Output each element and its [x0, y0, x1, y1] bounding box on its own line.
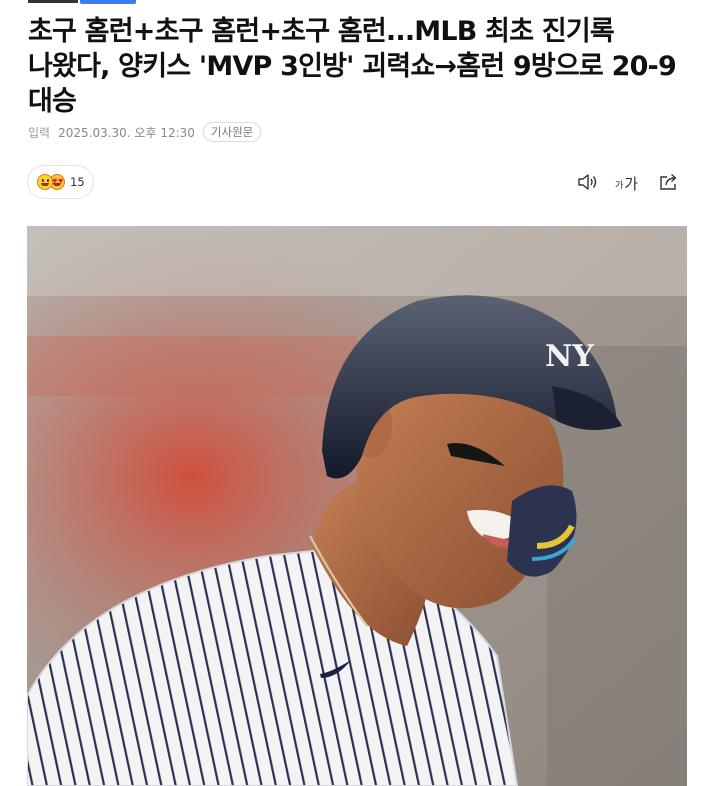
font-size-big-label: 가	[624, 175, 639, 193]
helmet-logo: NY	[545, 339, 594, 374]
share-icon	[660, 173, 677, 190]
share-button[interactable]	[658, 172, 680, 194]
reaction-count: 15	[70, 175, 85, 189]
nav-active-indicator	[80, 0, 136, 4]
input-label: 입력	[28, 125, 51, 140]
article-meta: 입력 2025.03.30. 오후 12:30 기사원문	[28, 122, 262, 142]
original-article-button[interactable]: 기사원문	[202, 122, 262, 142]
text-to-speech-button[interactable]	[577, 172, 599, 194]
article-title: 초구 홈런+초구 홈런+초구 홈런...MLB 최초 진기록 나왔다, 양키스 …	[28, 16, 677, 117]
article-datetime: 2025.03.30. 오후 12:30	[58, 125, 195, 140]
speaker-icon	[578, 174, 597, 190]
font-size-small-label: 가	[615, 181, 624, 191]
baseball-player-image: NY	[27, 226, 687, 786]
article-photo: NY	[27, 226, 687, 786]
reaction-button[interactable]: ♥ ♥ 15	[27, 165, 94, 199]
top-nav-strip	[28, 0, 138, 4]
smile-emoji-icon	[37, 174, 53, 190]
nav-remnant	[28, 0, 78, 3]
font-size-button[interactable]: 가 가	[615, 172, 639, 194]
